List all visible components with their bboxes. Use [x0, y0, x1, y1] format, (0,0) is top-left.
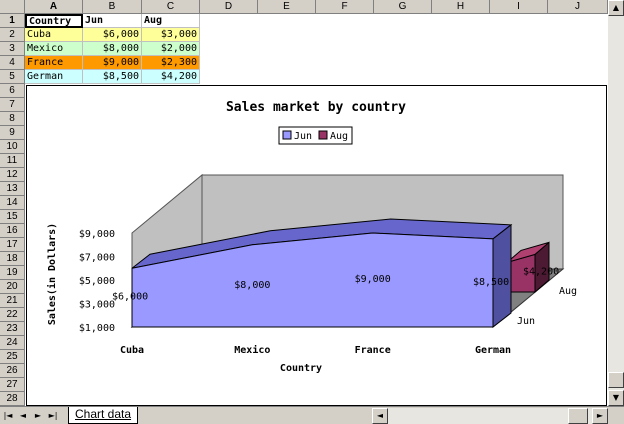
- row-header-26[interactable]: 26: [0, 364, 25, 378]
- x-tick-label: German: [475, 345, 511, 356]
- jun-data-label: $8,500: [473, 277, 509, 288]
- cell-aug[interactable]: $3,000: [142, 28, 200, 42]
- row-header-14[interactable]: 14: [0, 196, 25, 210]
- jun-area-side: [492, 223, 512, 329]
- depth-label-jun: Jun: [517, 316, 535, 327]
- column-header-b[interactable]: B: [83, 0, 142, 14]
- row-header-1[interactable]: 1: [0, 14, 25, 28]
- column-header-g[interactable]: G: [374, 0, 432, 14]
- legend-label: Aug: [330, 131, 348, 142]
- x-tick-label: Mexico: [234, 344, 270, 356]
- cell-jun[interactable]: $6,000: [83, 28, 142, 42]
- row-header-6[interactable]: 6: [0, 84, 25, 98]
- chart-object[interactable]: $6,000 $8,000 $9,000 $8,500 $4,200 Sales mark…: [26, 85, 607, 406]
- cell-country[interactable]: German: [25, 70, 83, 84]
- row-header-10[interactable]: 10: [0, 140, 25, 154]
- chart-title: Sales market by country: [226, 100, 406, 115]
- cell-jun[interactable]: $9,000: [83, 56, 142, 70]
- legend-label: Jun: [294, 131, 312, 142]
- row-header-27[interactable]: 27: [0, 378, 25, 392]
- sheet-tab-bar: |◄ ◄ ► ►| Chart data ◄ ►: [0, 406, 624, 424]
- row-header-24[interactable]: 24: [0, 336, 25, 350]
- column-header-e[interactable]: E: [258, 0, 316, 14]
- column-header-j[interactable]: J: [548, 0, 608, 14]
- cell-country[interactable]: France: [25, 56, 83, 70]
- column-header-f[interactable]: F: [316, 0, 374, 14]
- horizontal-scrollbar[interactable]: ◄ ►: [372, 408, 608, 424]
- cell-aug[interactable]: $4,200: [142, 70, 200, 84]
- cell-jun[interactable]: $8,500: [83, 70, 142, 84]
- tab-prev-icon[interactable]: ◄: [17, 409, 29, 422]
- row-header-15[interactable]: 15: [0, 210, 25, 224]
- tab-first-icon[interactable]: |◄: [2, 409, 14, 422]
- chart-svg: $6,000 $8,000 $9,000 $8,500 $4,200 Sales mark…: [46, 100, 577, 374]
- row-header-7[interactable]: 7: [0, 98, 25, 112]
- row-header-17[interactable]: 17: [0, 238, 25, 252]
- row-header-28[interactable]: 28: [0, 392, 25, 406]
- row-header-18[interactable]: 18: [0, 252, 25, 266]
- select-all-corner[interactable]: [0, 0, 25, 14]
- cell-aug[interactable]: $2,300: [142, 56, 200, 70]
- tab-next-icon[interactable]: ►: [32, 409, 44, 422]
- vertical-scrollbar[interactable]: ▲ ▼: [608, 0, 624, 406]
- tab-last-icon[interactable]: ►|: [47, 409, 59, 422]
- y-axis-title: Sales(in Dollars): [46, 223, 58, 325]
- scroll-up-icon[interactable]: ▲: [608, 0, 624, 16]
- row-header-13[interactable]: 13: [0, 182, 25, 196]
- column-header-c[interactable]: C: [142, 0, 200, 14]
- row-header-22[interactable]: 22: [0, 308, 25, 322]
- y-tick-label: $5,000: [79, 276, 115, 287]
- row-header-19[interactable]: 19: [0, 266, 25, 280]
- y-tick-label: $1,000: [79, 323, 115, 334]
- sheet-tab-chart-data[interactable]: Chart data: [68, 407, 139, 424]
- cell-b1-jun-header[interactable]: Jun: [83, 14, 142, 28]
- scroll-down-icon[interactable]: ▼: [608, 390, 624, 406]
- cell-c1-aug-header[interactable]: Aug: [142, 14, 200, 28]
- x-axis-title: Country: [280, 363, 322, 374]
- column-header-d[interactable]: D: [200, 0, 258, 14]
- column-header-i[interactable]: I: [490, 0, 548, 14]
- jun-data-label: $8,000: [234, 280, 270, 291]
- spreadsheet-grid: A B C D E F G H I J 1 2 3 4 5 6 7 8 9 10…: [0, 0, 608, 406]
- row-header-2[interactable]: 2: [0, 28, 25, 42]
- scroll-right-icon[interactable]: ►: [592, 408, 608, 424]
- y-tick-label: $7,000: [79, 253, 115, 264]
- row-header-25[interactable]: 25: [0, 350, 25, 364]
- scroll-thumb[interactable]: [608, 372, 624, 388]
- jun-data-label: $9,000: [355, 274, 391, 285]
- legend-swatch: [318, 130, 328, 140]
- row-header-8[interactable]: 8: [0, 112, 25, 126]
- x-tick-label: Cuba: [120, 345, 144, 356]
- row-header-16[interactable]: 16: [0, 224, 25, 238]
- row-header-12[interactable]: 12: [0, 168, 25, 182]
- column-header-h[interactable]: H: [432, 0, 490, 14]
- cell-a1-country-header[interactable]: Country: [25, 14, 83, 28]
- row-header-20[interactable]: 20: [0, 280, 25, 294]
- row-header-3[interactable]: 3: [0, 42, 25, 56]
- x-tick-label: France: [355, 345, 391, 356]
- legend-swatch: [282, 130, 292, 140]
- depth-label-aug: Aug: [559, 286, 577, 297]
- row-header-23[interactable]: 23: [0, 322, 25, 336]
- cell-country[interactable]: Cuba: [25, 28, 83, 42]
- y-tick-label: $9,000: [79, 229, 115, 240]
- cell-country[interactable]: Mexico: [25, 42, 83, 56]
- y-tick-label: $3,000: [79, 300, 115, 311]
- jun-data-label: $6,000: [112, 292, 148, 303]
- row-header-5[interactable]: 5: [0, 70, 25, 84]
- row-header-11[interactable]: 11: [0, 154, 25, 168]
- column-header-a[interactable]: A: [25, 0, 83, 14]
- row-header-9[interactable]: 9: [0, 126, 25, 140]
- cell-jun[interactable]: $8,000: [83, 42, 142, 56]
- aug-data-label: $4,200: [523, 266, 559, 277]
- hscroll-thumb[interactable]: [568, 408, 588, 424]
- row-header-21[interactable]: 21: [0, 294, 25, 308]
- scroll-left-icon[interactable]: ◄: [372, 408, 388, 424]
- row-header-4[interactable]: 4: [0, 56, 25, 70]
- cell-aug[interactable]: $2,000: [142, 42, 200, 56]
